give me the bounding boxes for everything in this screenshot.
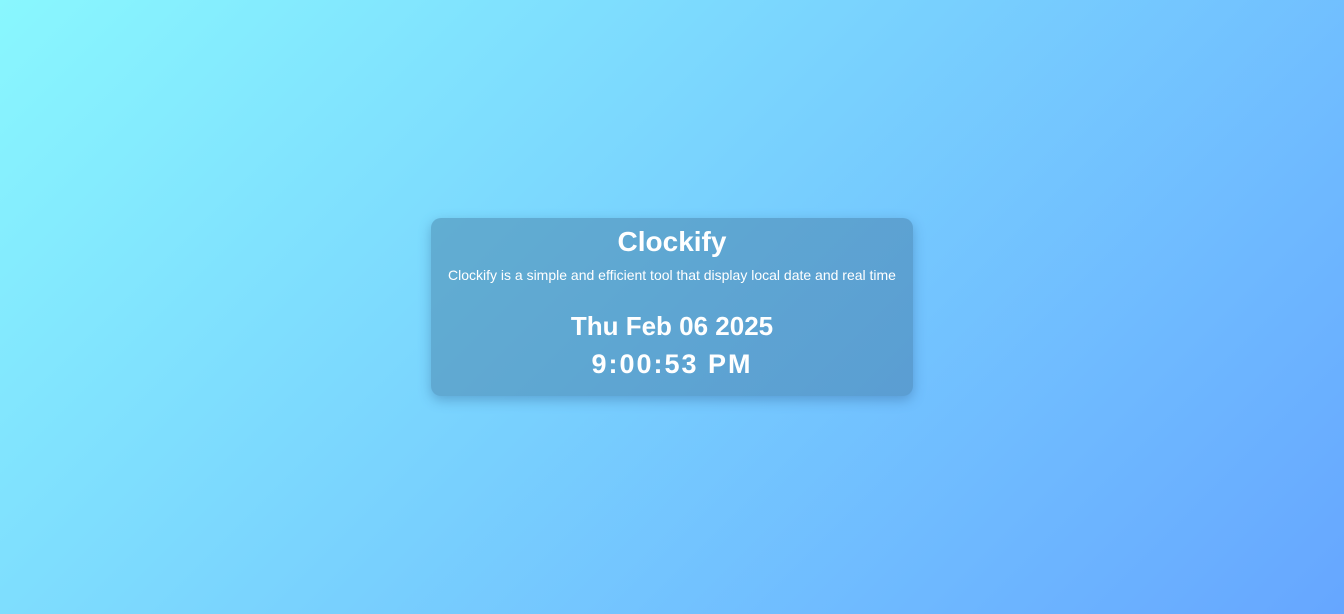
date-display: Thu Feb 06 2025: [570, 311, 774, 341]
app-title: Clockify: [617, 226, 727, 257]
clock-card: Clockify Clockify is a simple and effici…: [431, 218, 913, 396]
time-display: 9:00:53 PM: [591, 349, 753, 379]
app-description: Clockify is a simple and efficient tool …: [448, 267, 896, 283]
